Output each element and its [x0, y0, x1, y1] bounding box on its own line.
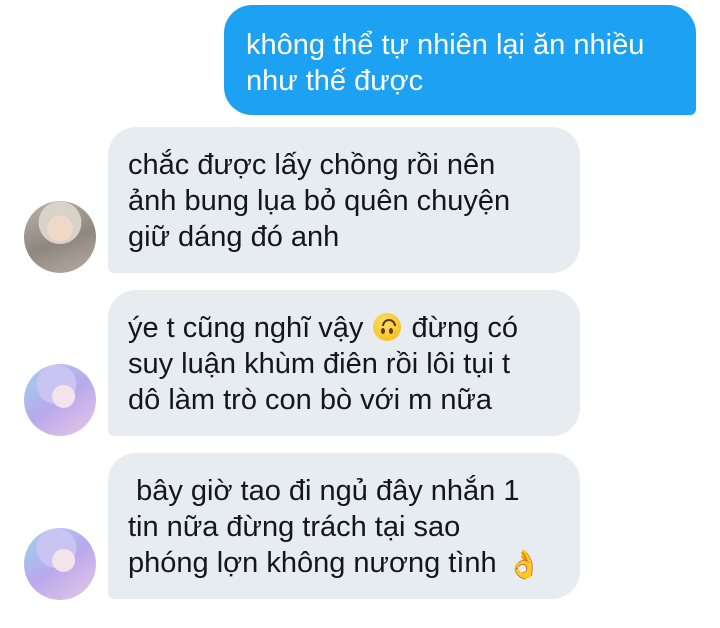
avatar[interactable] [24, 201, 96, 273]
avatar[interactable] [24, 364, 96, 436]
message-thread: không thể tự nhiên lại ăn nhiều như thế … [0, 0, 720, 628]
received-message-bubble[interactable]: bây giờ tao đi ngủ đây nhắn 1 tin nữa đừ… [108, 453, 580, 599]
sent-message-bubble[interactable]: không thể tự nhiên lại ăn nhiều như thế … [224, 5, 696, 115]
message-text: ýe t cũng nghĩ vậy [128, 312, 372, 344]
upside-down-face-icon [373, 313, 402, 341]
received-message-bubble[interactable]: chắc được lấy chồng rồi nên ảnh bung lụa… [108, 127, 580, 273]
received-message-bubble[interactable]: ýe t cũng nghĩ vậy đừng có suy luận khùm… [108, 290, 580, 436]
avatar[interactable] [24, 528, 96, 600]
message-text: bây giờ tao đi ngủ đây nhắn 1 tin nữa đừ… [128, 475, 520, 579]
ok-hand-icon: 👌 [506, 549, 542, 580]
